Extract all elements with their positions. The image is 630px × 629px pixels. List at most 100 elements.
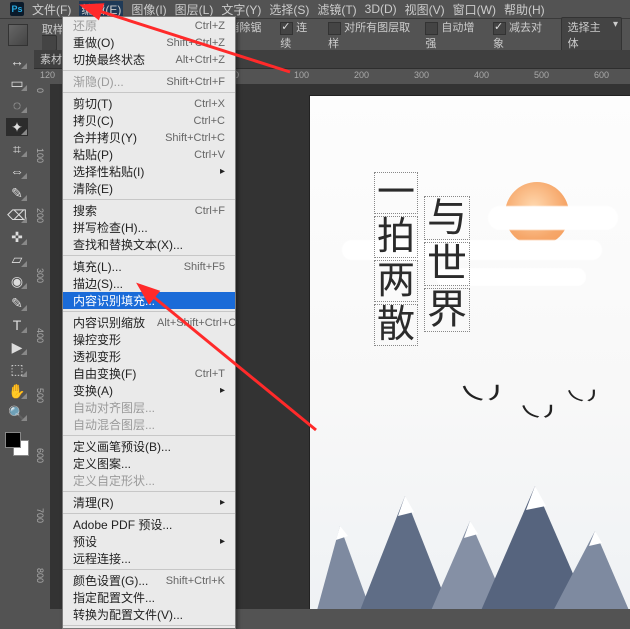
menu-filter[interactable]: 滤镜(T)	[317, 1, 356, 18]
ruler-h-label: 400	[474, 70, 489, 80]
menu-item-shortcut: Ctrl+F	[195, 205, 225, 217]
menu-item-shortcut: Shift+Ctrl+K	[166, 575, 225, 587]
menu-layer[interactable]: 图层(L)	[175, 1, 214, 18]
tool-button[interactable]: 🔍	[6, 404, 28, 422]
menu-item[interactable]: 清理(R)	[63, 494, 235, 511]
menu-item-label: 清除(E)	[73, 180, 113, 197]
contiguous-checkbox[interactable]: 连续	[280, 19, 314, 51]
tool-button[interactable]: ↔	[6, 52, 28, 70]
menu-separator	[63, 255, 235, 256]
menu-item[interactable]: 预设	[63, 533, 235, 550]
menu-item[interactable]: Adobe PDF 预设...	[63, 516, 235, 533]
menu-item[interactable]: 远程连接...	[63, 550, 235, 567]
tool-button[interactable]: ⇔	[6, 162, 28, 180]
menu-item-shortcut: Alt+Ctrl+Z	[175, 54, 225, 66]
menu-item-label: 合并拷贝(Y)	[73, 129, 137, 146]
menu-item[interactable]: 切换最终状态 Alt+Ctrl+Z	[63, 51, 235, 68]
menu-item[interactable]: 重做(O)Shift+Ctrl+Z	[63, 34, 235, 51]
menu-item: 自动对齐图层...	[63, 399, 235, 416]
menu-item[interactable]: 填充(L)...Shift+F5	[63, 258, 235, 275]
menu-item-label: 剪切(T)	[73, 95, 112, 112]
tool-button[interactable]: ✜	[6, 228, 28, 246]
menu-window[interactable]: 窗口(W)	[453, 1, 496, 18]
menu-file[interactable]: 文件(F)	[32, 1, 71, 18]
color-swatch[interactable]	[5, 432, 29, 456]
menu-separator	[63, 311, 235, 312]
menu-item[interactable]: 拷贝(C)Ctrl+C	[63, 112, 235, 129]
menu-item[interactable]: 变换(A)	[63, 382, 235, 399]
menu-item[interactable]: 定义画笔预设(B)...	[63, 438, 235, 455]
edit-menu-dropdown[interactable]: 还原Ctrl+Z重做(O)Shift+Ctrl+Z切换最终状态Alt+Ctrl+…	[62, 16, 236, 629]
menu-3d[interactable]: 3D(D)	[365, 2, 397, 16]
menu-select[interactable]: 选择(S)	[269, 1, 309, 18]
tool-button[interactable]: ▭	[6, 74, 28, 92]
menu-item[interactable]: 颜色设置(G)... Shift+Ctrl+K	[63, 572, 235, 589]
ruler-v-label: 300	[35, 268, 45, 283]
ruler-v-label: 600	[35, 448, 45, 463]
menu-item-label: 自动混合图层...	[73, 416, 155, 433]
menu-item-shortcut: Ctrl+V	[194, 149, 225, 161]
menu-item-label: 定义图案...	[73, 455, 131, 472]
app-logo: Ps	[10, 2, 24, 16]
tool-button[interactable]: ✋	[6, 382, 28, 400]
menu-item-shortcut: Shift+Ctrl+C	[165, 132, 225, 144]
ruler-h-label: 120	[40, 70, 55, 80]
menu-item[interactable]: 指定配置文件...	[63, 589, 235, 606]
tool-button[interactable]: ⬚	[6, 360, 28, 378]
menu-separator	[63, 491, 235, 492]
menu-separator	[63, 513, 235, 514]
menu-item[interactable]: 操控变形	[63, 331, 235, 348]
auto-enhance-checkbox[interactable]: 自动增强	[425, 19, 479, 51]
menu-image[interactable]: 图像(I)	[131, 1, 166, 18]
menu-item-label: 内容识别填充...	[73, 292, 155, 309]
ruler-h-label: 600	[594, 70, 609, 80]
menu-item[interactable]: 搜索Ctrl+F	[63, 202, 235, 219]
all-layers-checkbox[interactable]: 对所有图层取样	[328, 19, 411, 51]
tool-button[interactable]: ✎	[6, 184, 28, 202]
menu-type[interactable]: 文字(Y)	[221, 1, 261, 18]
menu-item[interactable]: 描边(S)...	[63, 275, 235, 292]
menu-item[interactable]: 选择性粘贴(I)	[63, 163, 235, 180]
menu-item[interactable]: 透视变形	[63, 348, 235, 365]
ruler-h-label: 500	[534, 70, 549, 80]
menu-item-label: 选择性粘贴(I)	[73, 163, 144, 180]
menu-item-label: 切换最终状态	[73, 51, 145, 68]
ruler-h-label: 200	[354, 70, 369, 80]
menu-item[interactable]: 合并拷贝(Y) Shift+Ctrl+C	[63, 129, 235, 146]
subtract-checkbox[interactable]: 减去对象	[493, 19, 547, 51]
menu-item-label: 描边(S)...	[73, 275, 123, 292]
menu-item[interactable]: 查找和替换文本(X)...	[63, 236, 235, 253]
menu-edit[interactable]: 编辑(E)	[79, 1, 123, 18]
menu-item[interactable]: 定义图案...	[63, 455, 235, 472]
menu-item[interactable]: 内容识别缩放Alt+Shift+Ctrl+C	[63, 314, 235, 331]
tool-button[interactable]: ◌	[6, 96, 28, 114]
select-subject-button[interactable]: 选择主体	[561, 17, 622, 53]
tool-button[interactable]: ◉	[6, 272, 28, 290]
tool-button[interactable]: ⌗	[6, 140, 28, 158]
menu-item-shortcut: Shift+F5	[184, 261, 225, 273]
tool-button[interactable]: T	[6, 316, 28, 334]
menu-help[interactable]: 帮助(H)	[504, 1, 545, 18]
menu-item[interactable]: 清除(E)	[63, 180, 235, 197]
menu-item-label: 还原	[73, 17, 97, 34]
menu-item-label: 清理(R)	[73, 494, 114, 511]
menu-item[interactable]: 粘贴(P)Ctrl+V	[63, 146, 235, 163]
menu-item-label: 颜色设置(G)...	[73, 572, 148, 589]
menu-item[interactable]: 剪切(T) Ctrl+X	[63, 95, 235, 112]
tool-button[interactable]: ⌫	[6, 206, 28, 224]
ruler-v-label: 700	[35, 508, 45, 523]
document-tab[interactable]: 素材	[40, 51, 62, 67]
tool-button[interactable]: ▱	[6, 250, 28, 268]
tool-button[interactable]: ✎	[6, 294, 28, 312]
tool-button[interactable]: ✦	[6, 118, 28, 136]
ruler-v-label: 400	[35, 328, 45, 343]
menu-view[interactable]: 视图(V)	[405, 1, 445, 18]
document[interactable]: 一拍两散 与世界 乀丿 乀丿 乀丿	[310, 96, 630, 609]
menu-item[interactable]: 内容识别填充...	[63, 292, 235, 309]
ruler-vertical[interactable]: 0100200300400500600700800	[34, 84, 51, 609]
menu-item[interactable]: 拼写检查(H)...	[63, 219, 235, 236]
menu-item[interactable]: 自由变换(F)Ctrl+T	[63, 365, 235, 382]
tool-preset-icon[interactable]	[8, 24, 28, 46]
tool-button[interactable]: ▶	[6, 338, 28, 356]
menu-item-shortcut: Ctrl+X	[194, 98, 225, 110]
